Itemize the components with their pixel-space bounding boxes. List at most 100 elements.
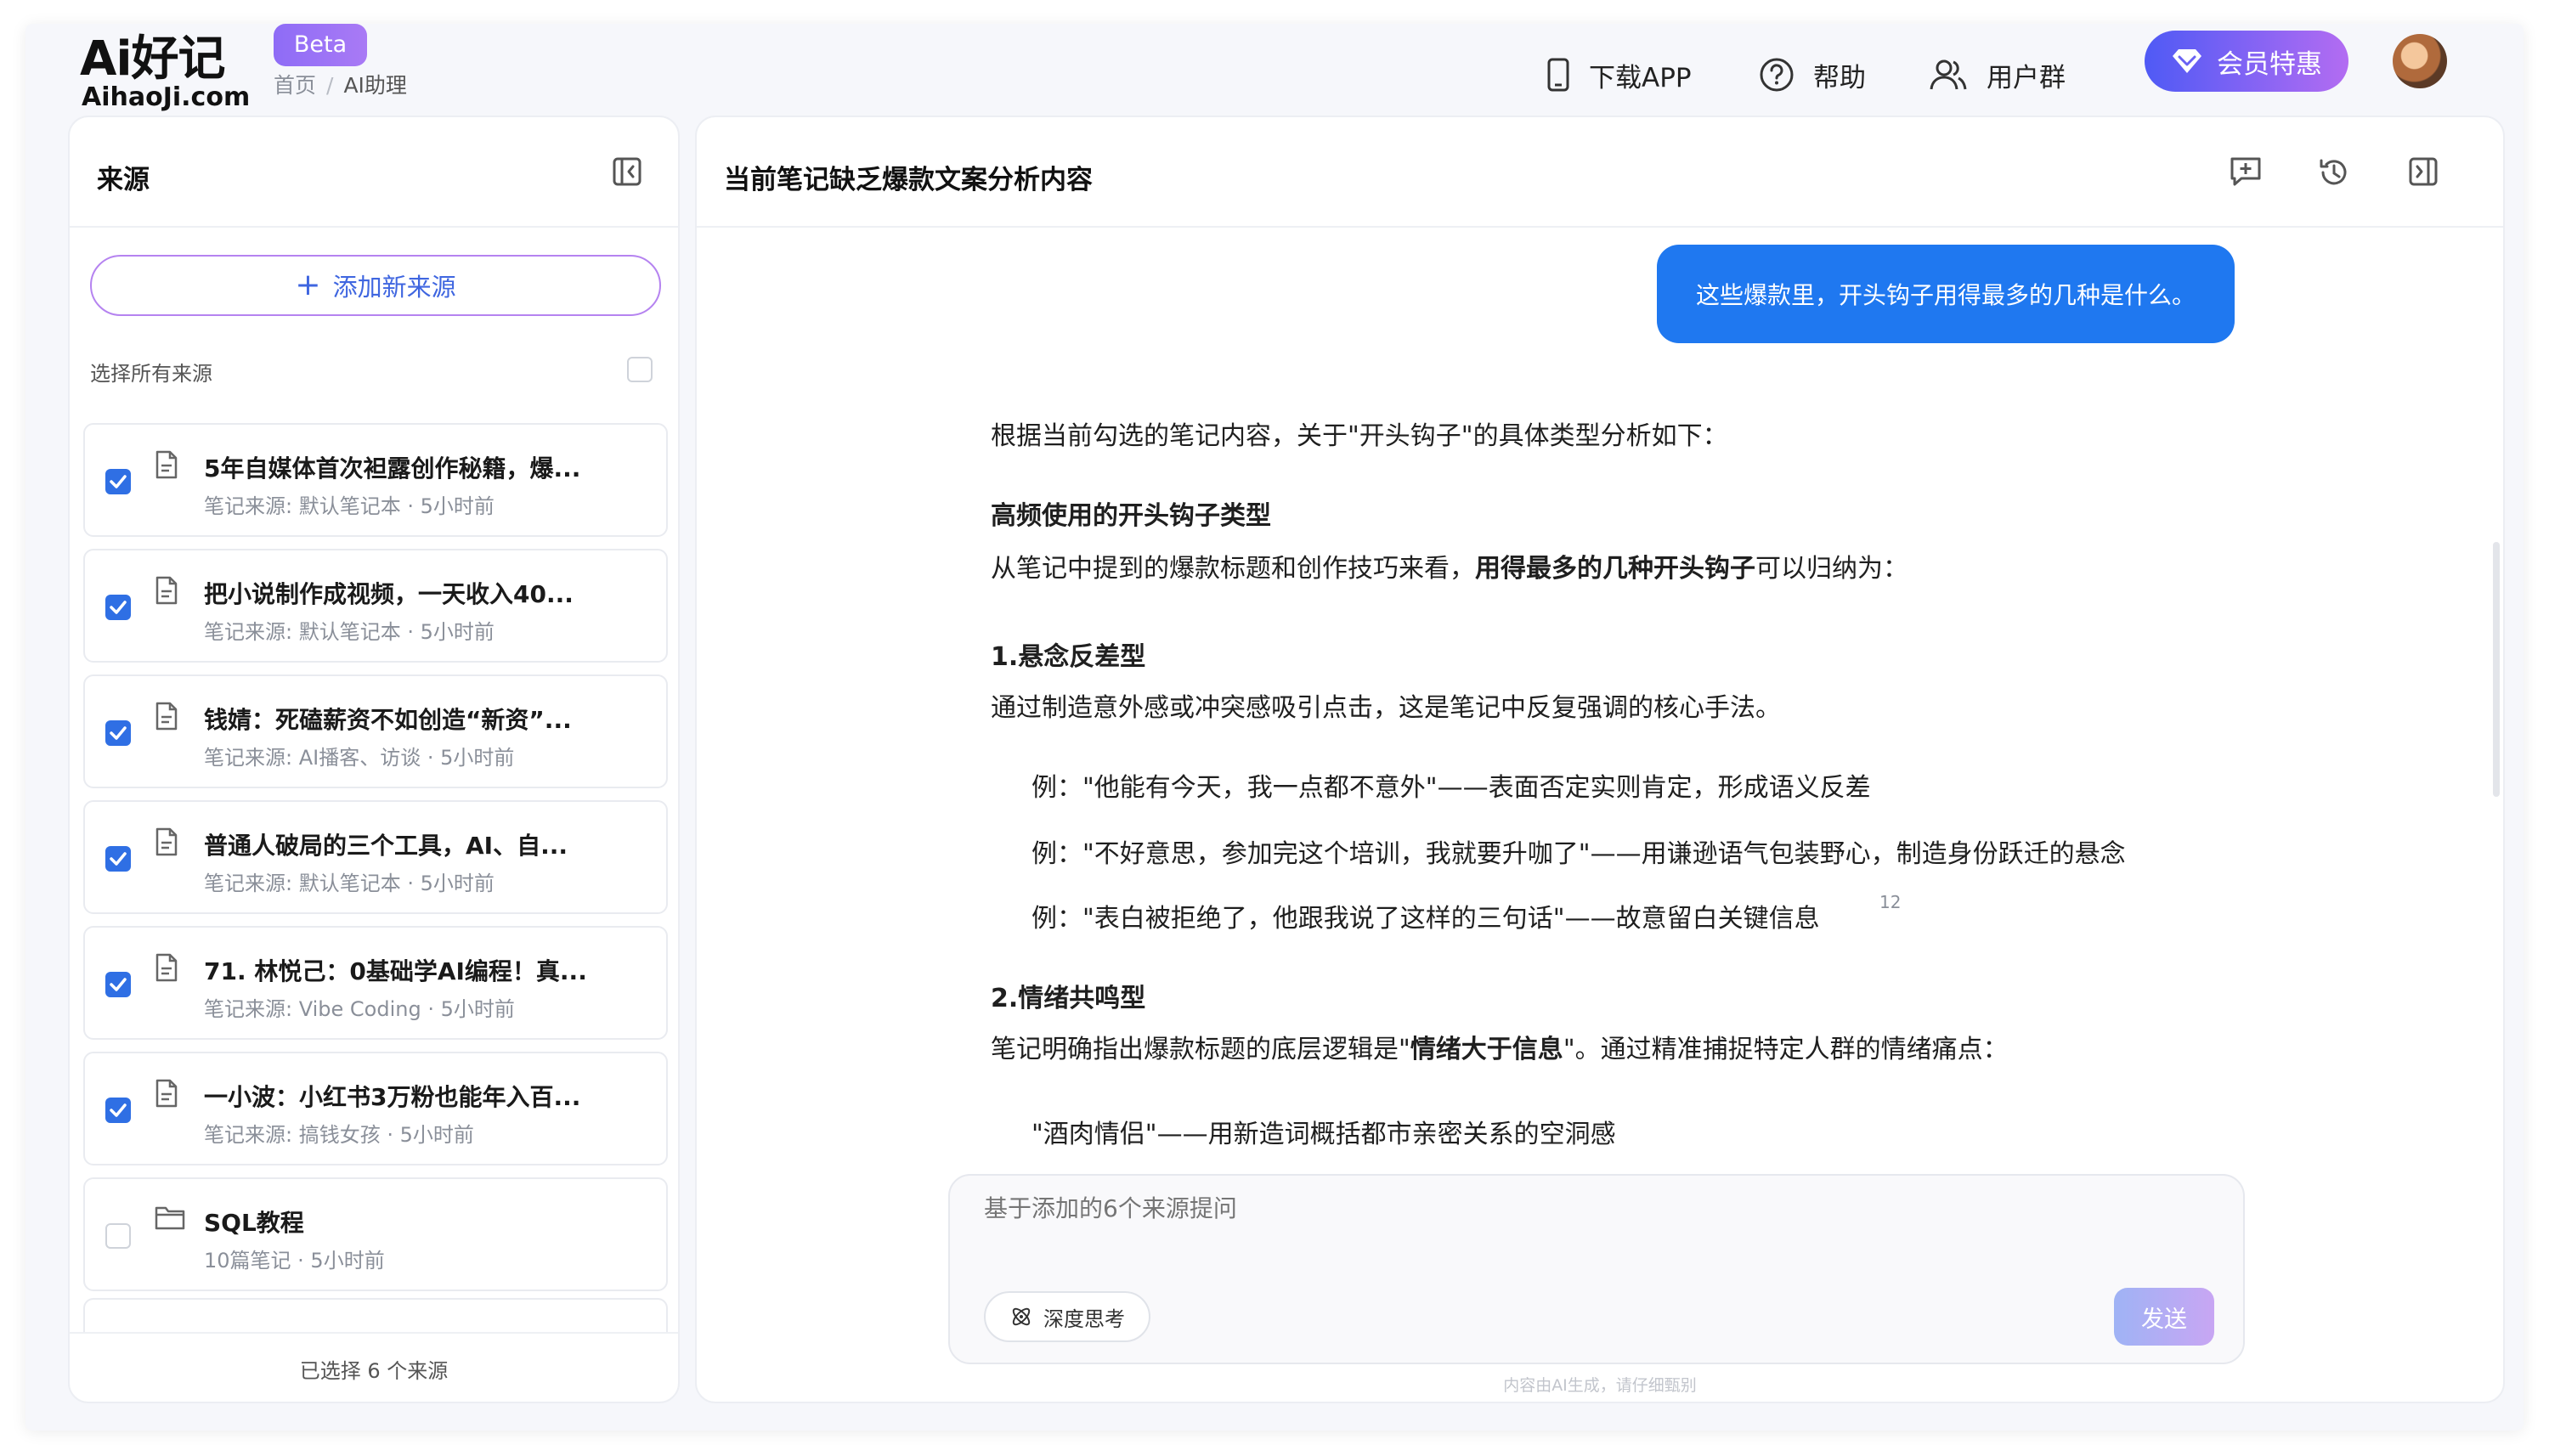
example-line: "酒肉情侣"——用新造词概括都市亲密关系的空洞感 <box>1031 1120 1616 1149</box>
sources-title: 来源 <box>97 165 150 195</box>
source-item-partial[interactable] <box>83 1298 668 1332</box>
answer-text: 笔记明确指出爆款标题的底层逻辑是" <box>991 1035 1410 1064</box>
source-checkbox[interactable] <box>105 720 131 746</box>
check-icon <box>110 475 127 488</box>
answer-bold-text: 情绪大于信息 <box>1410 1035 1563 1064</box>
breadcrumb: 首页 / AI助理 <box>274 71 407 100</box>
source-checkbox[interactable] <box>105 469 131 494</box>
collapse-panel-button[interactable] <box>2408 156 2439 190</box>
source-meta: 笔记来源: 搞钱女孩 · 5小时前 <box>204 1123 474 1147</box>
source-item[interactable]: 普通人破局的三个工具，AI、自... 笔记来源: 默认笔记本 · 5小时前 <box>83 800 668 914</box>
new-chat-button[interactable] <box>2230 156 2262 190</box>
help-label: 帮助 <box>1813 62 1866 93</box>
source-title: 钱婧：死磕薪资不如创造“新资”... <box>204 706 572 734</box>
check-icon <box>110 726 127 740</box>
question-input-box[interactable]: 深度思考 发送 <box>948 1174 2245 1364</box>
answer-bold-text: 用得最多的几种开头钩子 <box>1475 554 1755 584</box>
sources-divider <box>70 226 678 228</box>
example-line: 例："他能有今天，我一点都不意外"——表面否定实则肯定，形成语义反差 <box>1031 773 1871 803</box>
chat-title: 当前笔记缺乏爆款文案分析内容 <box>724 165 1093 195</box>
example-line: 例："表白被拒绝了，他跟我说了这样的三句话"——故意留白关键信息 <box>1031 904 1820 934</box>
sources-footer-divider <box>70 1332 678 1334</box>
document-icon <box>155 702 178 734</box>
sources-panel: 来源 + 添加新来源 选择所有来源 5年自媒体首次袒露创作秘籍，爆... 笔记来… <box>68 116 680 1403</box>
top-header: Ai好记 AihaoJi.com Beta 首页 / AI助理 下载APP 帮助 用… <box>25 24 2524 116</box>
source-title: SQL教程 <box>204 1209 304 1237</box>
logo-main-text: Ai好记 <box>80 31 226 87</box>
chat-header-divider <box>697 226 2503 228</box>
logo-sub-text: AihaoJi.com <box>82 82 251 112</box>
sidebar-collapse-icon <box>613 157 641 186</box>
answer-paragraph: 从笔记中提到的爆款标题和创作技巧来看，用得最多的几种开头钩子可以归纳为： <box>991 547 1908 584</box>
deep-think-toggle[interactable]: 深度思考 <box>984 1291 1150 1342</box>
document-icon <box>155 827 178 860</box>
answer-text: "。通过精准捕捉特定人群的情绪痛点： <box>1563 1035 2009 1064</box>
source-title: 普通人破局的三个工具，AI、自... <box>204 832 568 860</box>
source-meta: 笔记来源: 默认笔记本 · 5小时前 <box>204 620 495 644</box>
citation-reference[interactable]: 12 <box>1879 892 1901 912</box>
diamond-icon <box>2173 49 2201 73</box>
source-title: 5年自媒体首次袒露创作秘籍，爆... <box>204 454 581 483</box>
download-app-link[interactable]: 下载APP <box>1546 54 1692 95</box>
section-description: 通过制造意外感或冲突感吸引点击，这是笔记中反复强调的核心手法。 <box>991 693 1781 723</box>
answer-heading: 高频使用的开头钩子类型 <box>991 501 1271 531</box>
answer-text: 可以归纳为： <box>1755 554 1908 584</box>
section-title: 1.悬念反差型 <box>991 642 1146 672</box>
user-group-label: 用户群 <box>1987 62 2066 93</box>
source-checkbox[interactable] <box>105 846 131 872</box>
add-source-label: 添加新来源 <box>332 273 456 302</box>
vip-offer-label: 会员特惠 <box>2217 48 2322 80</box>
app-window: Ai好记 AihaoJi.com Beta 首页 / AI助理 下载APP 帮助 用… <box>25 24 2524 1431</box>
breadcrumb-home[interactable]: 首页 <box>274 73 316 98</box>
send-button[interactable]: 发送 <box>2114 1288 2214 1346</box>
source-checkbox[interactable] <box>105 595 131 620</box>
document-icon <box>155 953 178 985</box>
chat-panel: 当前笔记缺乏爆款文案分析内容 这些爆款里，开头钩子用得最多的几种是什么。 根据当… <box>695 116 2505 1403</box>
source-meta: 笔记来源: AI播客、访谈 · 5小时前 <box>204 746 515 770</box>
document-icon <box>155 1079 178 1111</box>
new-chat-icon <box>2230 157 2261 186</box>
help-icon <box>1760 58 1794 92</box>
vip-offer-button[interactable]: 会员特惠 <box>2145 31 2348 92</box>
history-icon <box>2320 159 2347 185</box>
source-meta: 笔记来源: 默认笔记本 · 5小时前 <box>204 872 495 895</box>
panel-collapse-icon <box>2409 157 2438 186</box>
phone-icon <box>1547 58 1569 92</box>
section-description: 笔记明确指出爆款标题的底层逻辑是"情绪大于信息"。通过精准捕捉特定人群的情绪痛点… <box>991 1028 2009 1065</box>
source-checkbox[interactable] <box>105 1098 131 1123</box>
add-source-button[interactable]: + 添加新来源 <box>90 255 661 316</box>
chat-scrollbar[interactable] <box>2493 542 2500 797</box>
source-checkbox[interactable] <box>105 972 131 997</box>
source-item[interactable]: 5年自媒体首次袒露创作秘籍，爆... 笔记来源: 默认笔记本 · 5小时前 <box>83 423 668 537</box>
check-icon <box>110 978 127 991</box>
select-all-checkbox[interactable] <box>627 357 653 382</box>
source-item[interactable]: 把小说制作成视频，一天收入40... 笔记来源: 默认笔记本 · 5小时前 <box>83 549 668 663</box>
source-item[interactable]: 一小波：小红书3万粉也能年入百... 笔记来源: 搞钱女孩 · 5小时前 <box>83 1052 668 1165</box>
source-checkbox[interactable] <box>105 1223 131 1249</box>
plus-icon: + <box>295 268 321 302</box>
answer-intro: 根据当前勾选的笔记内容，关于"开头钩子"的具体类型分析如下： <box>991 421 1728 451</box>
source-item[interactable]: SQL教程 10篇笔记 · 5小时前 <box>83 1177 668 1291</box>
user-group-link[interactable]: 用户群 <box>1929 54 2066 95</box>
collapse-sidebar-button[interactable] <box>612 156 642 190</box>
document-icon <box>155 576 178 608</box>
source-meta: 笔记来源: 默认笔记本 · 5小时前 <box>204 494 495 518</box>
check-icon <box>110 601 127 614</box>
help-link[interactable]: 帮助 <box>1759 54 1866 95</box>
history-button[interactable] <box>2318 156 2350 192</box>
check-icon <box>110 1103 127 1117</box>
user-avatar[interactable] <box>2393 34 2447 88</box>
answer-text: 从笔记中提到的爆款标题和创作技巧来看， <box>991 554 1475 584</box>
user-message-bubble: 这些爆款里，开头钩子用得最多的几种是什么。 <box>1657 245 2235 343</box>
source-title: 把小说制作成视频，一天收入40... <box>204 580 574 608</box>
breadcrumb-current: AI助理 <box>343 73 407 98</box>
example-line: 例："不好意思，参加完这个培训，我就要升咖了"——用谦逊语气包装野心，制造身份跃… <box>1031 839 2126 869</box>
document-icon <box>155 450 178 483</box>
beta-badge: Beta <box>274 24 367 66</box>
logo[interactable]: Ai好记 AihaoJi.com <box>80 32 284 114</box>
breadcrumb-separator: / <box>326 73 334 98</box>
question-input[interactable] <box>984 1194 2004 1222</box>
source-item[interactable]: 71. 林悦己：0基础学AI编程！真... 笔记来源: Vibe Coding … <box>83 926 668 1040</box>
source-item[interactable]: 钱婧：死磕薪资不如创造“新资”... 笔记来源: AI播客、访谈 · 5小时前 <box>83 674 668 788</box>
atom-icon <box>1012 1307 1031 1326</box>
